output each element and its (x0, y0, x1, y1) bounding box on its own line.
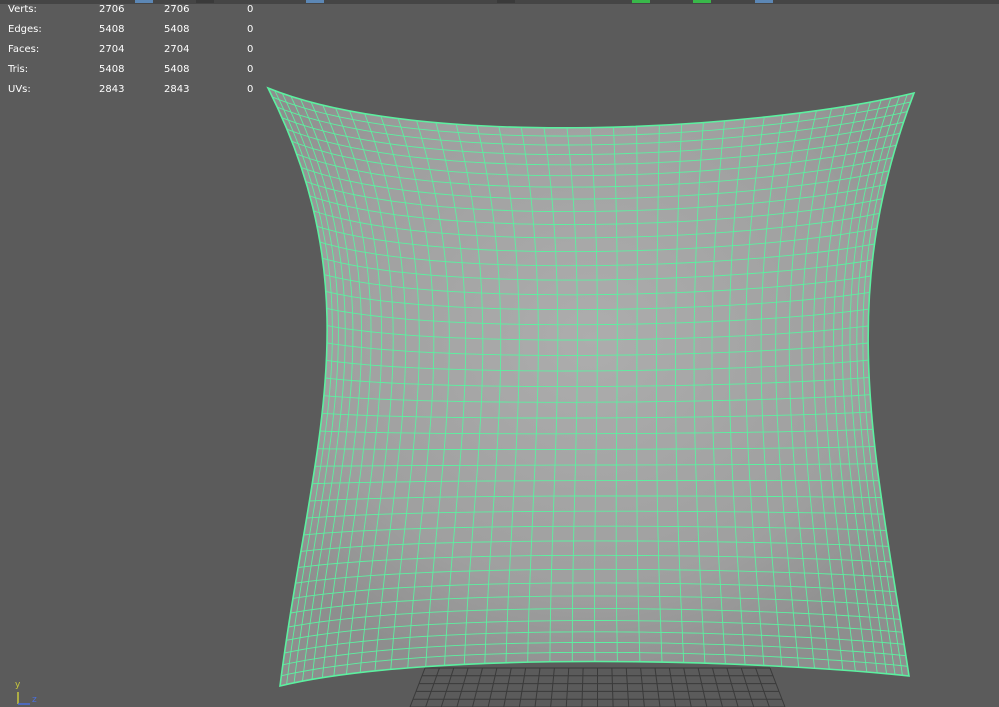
grid-line (581, 667, 584, 707)
grid-line (654, 667, 661, 707)
grid-line (409, 667, 426, 707)
grid-line (534, 667, 541, 707)
hud-label: Edges: (8, 24, 42, 35)
hud-row-edges: Edges: 5408 5408 0 (0, 20, 270, 40)
grid-line (755, 667, 770, 707)
hud-value: 0 (247, 44, 254, 55)
grid-line (456, 667, 469, 707)
hud-value: 2704 (164, 44, 190, 55)
grid-line (697, 667, 708, 707)
grid-line (640, 667, 645, 707)
hud-value: 2704 (99, 44, 125, 55)
hud-row-verts: Verts: 2706 2706 0 (0, 0, 270, 20)
grid-line (740, 667, 755, 707)
hud-value: 2706 (99, 4, 125, 15)
grid-line (668, 667, 677, 707)
hud-row-uvs: UVs: 2843 2843 0 (0, 80, 270, 100)
hud-value: 5408 (99, 24, 125, 35)
hud-label: UVs: (8, 84, 31, 95)
hud-value: 5408 (164, 24, 190, 35)
hud-value: 0 (247, 4, 254, 15)
grid-line (425, 667, 440, 707)
grid-line (518, 667, 527, 707)
grid-line (769, 667, 786, 707)
hud-value: 0 (247, 24, 254, 35)
grid-line (503, 667, 512, 707)
hud-value: 5408 (99, 64, 125, 75)
grid-line (472, 667, 483, 707)
pillow-scene[interactable] (0, 0, 999, 707)
axis-gizmo-icon: y z (8, 680, 48, 707)
hud-value: 5408 (164, 64, 190, 75)
hud-value: 0 (247, 64, 254, 75)
viewport-3d[interactable]: Verts: 2706 2706 0 Edges: 5408 5408 0 Fa… (0, 0, 999, 707)
grid-line (440, 667, 455, 707)
grid-line (611, 667, 614, 707)
hud-row-faces: Faces: 2704 2704 0 (0, 40, 270, 60)
axis-z-label: z (32, 695, 37, 705)
grid-line (683, 667, 692, 707)
hud-value: 2843 (164, 84, 190, 95)
hud-label: Faces: (8, 44, 40, 55)
hud-label: Tris: (8, 64, 29, 75)
grid-line (550, 667, 555, 707)
hud-row-tris: Tris: 5408 5408 0 (0, 60, 270, 80)
grid-line (625, 667, 630, 707)
grid-line (487, 667, 498, 707)
grid-line (712, 667, 723, 707)
ground-grid (409, 667, 786, 707)
hud-value: 2706 (164, 4, 190, 15)
axis-y-label: y (15, 680, 21, 690)
grid-line (565, 667, 570, 707)
hud-label: Verts: (8, 4, 37, 15)
grid-line (726, 667, 739, 707)
hud-value: 2843 (99, 84, 125, 95)
hud-value: 0 (247, 84, 254, 95)
poly-count-hud: Verts: 2706 2706 0 Edges: 5408 5408 0 Fa… (0, 0, 270, 100)
